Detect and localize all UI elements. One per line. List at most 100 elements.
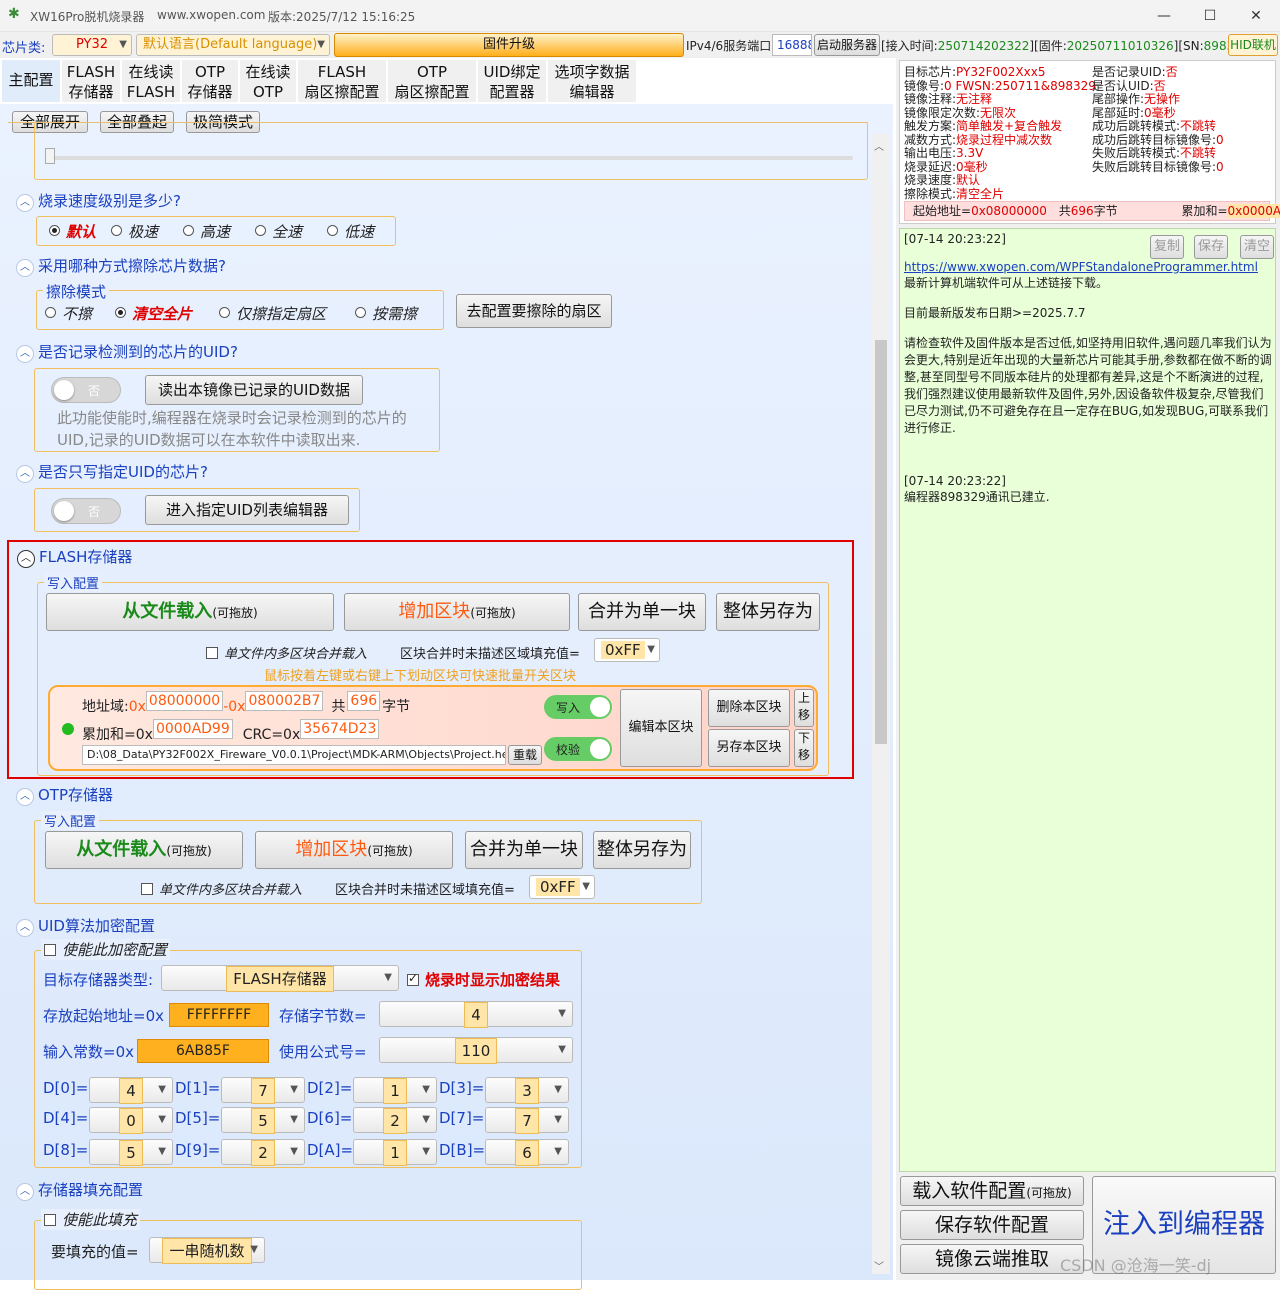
save-log-button[interactable]: 保存 (1194, 235, 1228, 259)
verify-toggle[interactable]: 校验 (544, 737, 612, 761)
tab-flash-sector-erase[interactable]: FLASH 扇区擦配置 (298, 60, 386, 102)
slider-thumb[interactable] (45, 148, 55, 164)
clear-log-button[interactable]: 清空 (1240, 235, 1274, 259)
otp-multi-block-checkbox[interactable]: 单文件内多区块合并载入 (141, 879, 302, 898)
uid-encrypt-section-header[interactable]: ︿ UID算法加密配置 (16, 915, 155, 937)
d-param-select[interactable]: 6 ▼ (485, 1139, 569, 1166)
tab-online-read-flash[interactable]: 在线读 FLASH (122, 60, 180, 102)
erase-option-ondemand[interactable]: 按需擦 (355, 303, 417, 324)
flash-multi-block-checkbox[interactable]: 单文件内多区块合并载入 (206, 643, 367, 662)
select-value: 7 (251, 1078, 275, 1104)
otp-fill-select[interactable]: 0xFF ▼ (529, 875, 595, 899)
speed-option-low[interactable]: 低速 (327, 221, 374, 242)
read-uid-button[interactable]: 读出本镜像已记录的UID数据 (145, 375, 363, 405)
target-memory-select[interactable]: FLASH存储器 ▼ (161, 965, 399, 992)
tab-otp-memory[interactable]: OTP 存储器 (182, 60, 238, 102)
erase-option-sectors[interactable]: 仅擦指定扇区 (219, 303, 326, 324)
log-link[interactable]: https://www.xwopen.com/WPFStandaloneProg… (904, 259, 1258, 276)
d-param-select[interactable]: 0 ▼ (89, 1107, 173, 1134)
erase-option-full[interactable]: 清空全片 (115, 303, 192, 324)
scroll-up-icon[interactable]: ︿ (874, 138, 884, 153)
d-param-select[interactable]: 2 ▼ (353, 1107, 437, 1134)
speed-option-high[interactable]: 高速 (183, 221, 230, 242)
d-param-select[interactable]: 1 ▼ (353, 1077, 437, 1104)
hid-connect-button[interactable]: HID联机 (1228, 34, 1278, 56)
vertical-scrollbar[interactable]: ︿ ﹀ (872, 134, 890, 1274)
d-param-select[interactable]: 5 ▼ (221, 1107, 305, 1134)
speed-option-full[interactable]: 全速 (255, 221, 302, 242)
formula-select[interactable]: 110 ▼ (379, 1037, 573, 1064)
speed-section-header[interactable]: ︿ 烧录速度级别是多少? (16, 190, 181, 212)
d-param-select[interactable]: 4 ▼ (89, 1077, 173, 1104)
flash-load-file-button[interactable]: 从文件载入(可拖放) (46, 593, 334, 631)
fill-section-header[interactable]: ︿ 存储器填充配置 (16, 1179, 143, 1201)
uid-record-section-header[interactable]: ︿ 是否记录检测到的芯片的UID? (16, 341, 238, 363)
tab-flash-memory[interactable]: FLASH 存储器 (62, 60, 120, 102)
d-param-select[interactable]: 3 ▼ (485, 1077, 569, 1104)
maximize-button[interactable]: ☐ (1198, 6, 1222, 26)
scroll-down-icon[interactable]: ﹀ (874, 1258, 884, 1273)
otp-add-block-button[interactable]: 增加区块(可拖放) (255, 831, 453, 869)
flash-block-row[interactable]: 地址域:0x 08000000 -0x 080002B7 共 696 字节 累加和=0x 00… (48, 685, 818, 771)
block-end-address[interactable]: 080002B7 (245, 691, 324, 711)
uid-only-section-header[interactable]: ︿ 是否只写指定UID的芯片? (16, 461, 208, 483)
tab-online-read-otp[interactable]: 在线读 OTP (240, 60, 296, 102)
write-toggle[interactable]: 写入 (544, 695, 612, 719)
tab-otp-sector-erase[interactable]: OTP 扇区擦配置 (388, 60, 476, 102)
uid-list-editor-button[interactable]: 进入指定UID列表编辑器 (145, 495, 349, 525)
config-erase-sectors-button[interactable]: 去配置要擦除的扇区 (456, 294, 612, 328)
block-start-address[interactable]: 08000000 (145, 691, 224, 711)
d-param-select[interactable]: 7 ▼ (485, 1107, 569, 1134)
fill-value-select[interactable]: 一串随机数 ▼ (149, 1237, 265, 1264)
port-input[interactable]: 16888 (772, 34, 812, 56)
tab-option-bytes[interactable]: 选项字数据 编辑器 (548, 60, 636, 102)
chip-select[interactable]: PY32 ▼ (52, 34, 132, 56)
edit-block-button[interactable]: 编辑本区块 (620, 689, 702, 767)
otp-section-header[interactable]: ︿ OTP存储器 (16, 784, 113, 806)
speed-option-extreme[interactable]: 极速 (111, 221, 158, 242)
start-server-button[interactable]: 启动服务器 (814, 34, 880, 56)
otp-load-file-button[interactable]: 从文件载入(可拖放) (45, 831, 243, 869)
copy-button[interactable]: 复制 (1150, 235, 1184, 259)
delete-block-button[interactable]: 删除本区块 (708, 689, 790, 727)
uid-record-toggle[interactable]: 否 (51, 377, 121, 403)
show-encrypt-result-checkbox[interactable]: 烧录时显示加密结果 (407, 969, 560, 990)
load-config-button[interactable]: 载入软件配置(可拖放) (900, 1176, 1084, 1206)
cloud-fetch-button[interactable]: 镜像云端推取 (900, 1244, 1084, 1274)
flash-section-header[interactable]: ︿ FLASH存储器 (17, 546, 132, 568)
uid-only-toggle[interactable]: 否 (51, 498, 121, 524)
uid-encrypt-enable-checkbox[interactable]: 使能此加密配置 (41, 939, 171, 960)
constant-input[interactable]: 6AB85F (137, 1039, 269, 1063)
speed-option-default[interactable]: 默认 (49, 221, 96, 242)
flash-fill-select[interactable]: 0xFF ▼ (594, 638, 660, 662)
flash-merge-button[interactable]: 合并为单一块 (578, 593, 706, 631)
tab-uid-binding[interactable]: UID绑定 配置器 (478, 60, 546, 102)
d-param-select[interactable]: 2 ▼ (221, 1139, 305, 1166)
block-file-path[interactable]: D:\08_Data\PY32F002X_Fireware_V0.0.1\Pro… (82, 745, 506, 765)
otp-saveas-button[interactable]: 整体另存为 (593, 831, 691, 869)
erase-section-header[interactable]: ︿ 采用哪种方式擦除芯片数据? (16, 255, 226, 277)
firmware-upgrade-button[interactable]: 固件升级 (334, 33, 684, 57)
scrollbar-thumb[interactable] (875, 340, 887, 744)
slider-track[interactable] (47, 156, 853, 160)
flash-saveas-button[interactable]: 整体另存为 (716, 593, 820, 631)
otp-merge-button[interactable]: 合并为单一块 (465, 831, 583, 869)
fill-enable-checkbox[interactable]: 使能此填充 (41, 1209, 141, 1230)
d-param-select[interactable]: 7 ▼ (221, 1077, 305, 1104)
store-bytes-select[interactable]: 4 ▼ (379, 1001, 573, 1028)
save-config-button[interactable]: 保存软件配置 (900, 1210, 1084, 1240)
move-up-button[interactable]: 上移 (794, 689, 814, 727)
d-param-select[interactable]: 1 ▼ (353, 1139, 437, 1166)
tab-main-config[interactable]: 主配置 (2, 60, 60, 102)
flash-add-block-button[interactable]: 增加区块(可拖放) (344, 593, 570, 631)
close-button[interactable]: ✕ (1244, 6, 1268, 26)
save-block-button[interactable]: 另存本区块 (708, 729, 790, 767)
d-param-select[interactable]: 5 ▼ (89, 1139, 173, 1166)
language-select[interactable]: 默认语言(Default language) ▼ (136, 34, 330, 56)
reload-button[interactable]: 重载 (508, 745, 542, 765)
store-address-input[interactable]: FFFFFFFF (169, 1003, 269, 1027)
log-panel[interactable]: 复制 保存 清空 [07-14 20:23:22] https://www.xw… (899, 228, 1276, 1172)
erase-option-none[interactable]: 不擦 (45, 303, 92, 324)
move-down-button[interactable]: 下移 (794, 729, 814, 767)
minimize-button[interactable]: — (1152, 6, 1176, 26)
